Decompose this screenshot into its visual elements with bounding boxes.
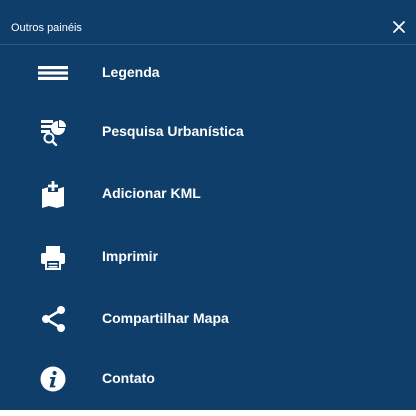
list-icon xyxy=(38,66,68,80)
menu-item-pesquisa-urbanistica[interactable]: Pesquisa Urbanística xyxy=(0,104,416,160)
printer-icon xyxy=(41,246,65,270)
urban-search-icon xyxy=(41,120,66,146)
share-icon xyxy=(42,306,65,332)
menu-item-legenda[interactable]: Legenda xyxy=(0,45,416,101)
menu-item-adicionar-kml[interactable]: Adicionar KML xyxy=(0,166,416,222)
menu-item-label: Legenda xyxy=(102,64,160,80)
panel-title: Outros painéis xyxy=(11,22,82,34)
close-icon xyxy=(393,21,405,33)
other-panels-menu: Outros painéis Legenda Pesquisa Urbaníst… xyxy=(0,0,416,410)
menu-item-compartilhar-mapa[interactable]: Compartilhar Mapa xyxy=(0,291,416,347)
menu-item-label: Pesquisa Urbanística xyxy=(102,123,244,139)
menu-item-imprimir[interactable]: Imprimir xyxy=(0,229,416,285)
menu-item-label: Compartilhar Mapa xyxy=(102,310,229,326)
menu-item-label: Adicionar KML xyxy=(102,185,201,201)
info-icon xyxy=(40,366,66,392)
menu-item-label: Contato xyxy=(102,370,155,386)
add-kml-map-icon xyxy=(42,180,64,208)
menu-item-contato[interactable]: Contato xyxy=(0,351,416,407)
close-button[interactable] xyxy=(391,19,407,35)
menu-item-label: Imprimir xyxy=(102,248,159,264)
panel-header: Outros painéis xyxy=(0,0,416,44)
